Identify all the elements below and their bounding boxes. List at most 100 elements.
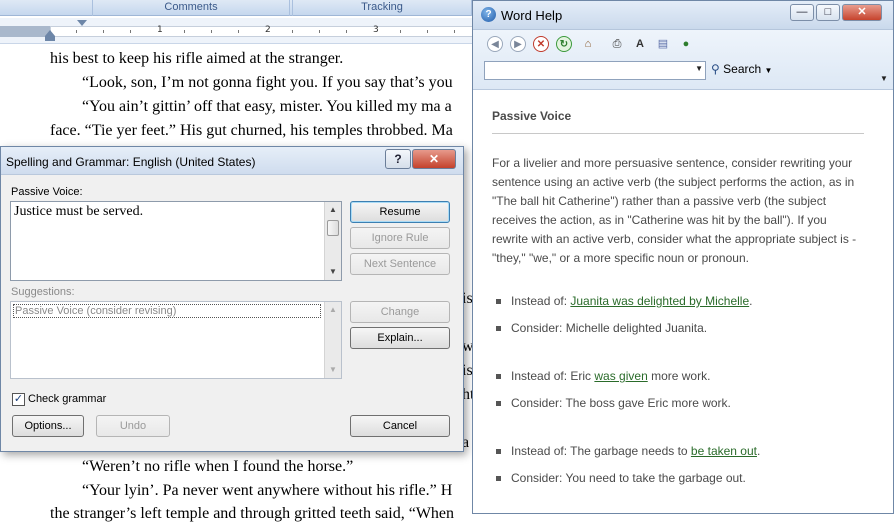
maximize-button[interactable]: □ [816,4,840,21]
explain-button[interactable]: Explain... [350,327,450,349]
refresh-icon[interactable]: ↻ [556,36,572,52]
dialog-titlebar[interactable]: Spelling and Grammar: English (United St… [1,147,463,175]
ruler-number: 3 [373,25,379,35]
spelling-grammar-dialog: Spelling and Grammar: English (United St… [0,146,464,452]
suggestions-scrollbar[interactable]: ▲ ▼ [324,302,341,378]
ruler-tick [76,30,77,33]
table-of-contents-icon[interactable]: ▤ [654,36,672,52]
home-icon[interactable]: ⌂ [579,36,597,52]
example-pre-link: Eric [570,369,595,383]
suggestions-label: Suggestions: [11,286,75,298]
help-window-title: Word Help [501,8,563,23]
undo-button[interactable]: Undo [96,415,170,437]
example-link[interactable]: be taken out [691,444,757,458]
issue-label: Passive Voice: [11,186,83,198]
help-close-button[interactable]: ✕ [842,4,882,21]
suggestion-item[interactable]: Passive Voice (consider revising) [13,304,321,318]
ribbon-group-label: Tracking [361,1,403,13]
example-suffix: more work. [647,369,711,383]
example-pre-link: The garbage needs to [570,444,691,458]
scroll-down-icon[interactable]: ▼ [325,362,341,378]
document-line: “You ain’t gittin’ off that easy, mister… [82,98,452,115]
help-app-icon: ? [481,7,496,22]
first-line-indent-marker[interactable] [77,20,87,26]
forward-icon[interactable]: ▶ [510,36,526,52]
suggestions-list[interactable]: Passive Voice (consider revising) ▲ ▼ [10,301,342,379]
check-grammar-checkbox[interactable]: ✓ [12,393,25,406]
bullet-icon [496,299,501,305]
example-text: Consider: The boss gave Eric more work. [511,396,731,410]
example-text: Consider: Michelle delighted Juanita. [511,321,708,335]
document-line: the stranger’s left temple and through g… [50,505,455,522]
document-line: “Look, son, I’m not gonna fight you. If … [82,74,453,91]
ribbon-group-label: Comments [164,1,218,13]
example-consider-2: Consider: The boss gave Eric more work. [496,396,731,410]
example-consider-3: Consider: You need to take the garbage o… [496,471,746,485]
ruler-tick [211,30,212,33]
ruler-margin [0,26,50,37]
ruler-number: 1 [157,25,163,35]
example-suffix: . [749,294,753,308]
ribbon-group-comments[interactable]: Comments [92,0,290,16]
toolbar-overflow-icon[interactable]: ▼ [880,74,888,83]
help-heading: Passive Voice [492,109,864,134]
example-prefix: Instead of: [511,294,571,308]
issue-scrollbar[interactable]: ▲ ▼ [324,202,341,280]
bullet-icon [496,449,501,455]
options-button[interactable]: Options... [12,415,84,437]
document-line: “Your lyin’. Pa never went anywhere with… [82,482,453,499]
scroll-up-icon[interactable]: ▲ [325,302,341,318]
example-link[interactable]: was given [594,369,647,383]
cancel-button[interactable]: Cancel [350,415,450,437]
bullet-icon [496,401,501,407]
keep-on-top-icon[interactable]: ● [677,36,695,52]
search-button[interactable]: ⚲ Search ▼ [711,62,772,76]
ruler-tick [400,30,401,33]
ruler-tick [319,30,320,33]
ribbon-group-tracking[interactable]: Tracking [292,0,472,16]
chevron-down-icon[interactable]: ▼ [695,64,703,73]
check-grammar-label[interactable]: Check grammar [28,393,106,405]
document-line: “Weren’t no rifle when I found the horse… [82,458,354,475]
ruler-tick [130,30,131,33]
search-icon: ⚲ [711,62,720,76]
scroll-down-icon[interactable]: ▼ [325,264,341,280]
example-consider-1: Consider: Michelle delighted Juanita. [496,321,707,335]
print-icon[interactable]: ⎙ [608,36,626,52]
ruler-tick [238,30,239,33]
search-input[interactable]: ▼ [484,61,706,80]
text-size-icon[interactable]: A [631,36,649,52]
document-line: face. “Tie yer feet.” His gut churned, h… [50,122,453,139]
ruler-tick [346,30,347,33]
issue-text: Justice must be served. [14,204,144,219]
back-icon[interactable]: ◀ [487,36,503,52]
next-sentence-button[interactable]: Next Sentence [350,253,450,275]
help-content: Passive Voice For a livelier and more pe… [492,109,864,268]
ruler-tick [427,30,428,33]
bullet-icon [496,326,501,332]
scroll-up-icon[interactable]: ▲ [325,202,341,218]
resume-button[interactable]: Resume [350,201,450,223]
close-button[interactable]: ✕ [412,149,456,169]
chevron-down-icon: ▼ [764,66,773,75]
minimize-button[interactable]: — [790,4,814,21]
example-prefix: Instead of: [511,369,571,383]
example-suffix: . [756,444,761,458]
document-line: his best to keep his rifle aimed at the … [50,50,344,67]
help-titlebar[interactable]: ? Word Help — □ ✕ [473,1,893,30]
example-instead-3: Instead of: The garbage needs to be take… [496,444,760,458]
ruler-tick [292,30,293,33]
ignore-rule-button[interactable]: Ignore Rule [350,227,450,249]
example-link[interactable]: Juanita was delighted by Michelle [570,294,749,308]
example-instead-1: Instead of: Juanita was delighted by Mic… [496,294,753,308]
stop-icon[interactable]: ✕ [533,36,549,52]
issue-textbox[interactable]: Justice must be served. ▲ ▼ [10,201,342,281]
change-button[interactable]: Change [350,301,450,323]
help-button[interactable]: ? [385,149,411,169]
example-prefix: Instead of: [511,444,571,458]
scroll-thumb[interactable] [327,220,339,236]
left-indent-marker[interactable] [45,36,55,41]
help-paragraph: For a livelier and more persuasive sente… [492,156,857,265]
ruler-tick [454,30,455,33]
dialog-title: Spelling and Grammar: English (United St… [6,155,256,169]
